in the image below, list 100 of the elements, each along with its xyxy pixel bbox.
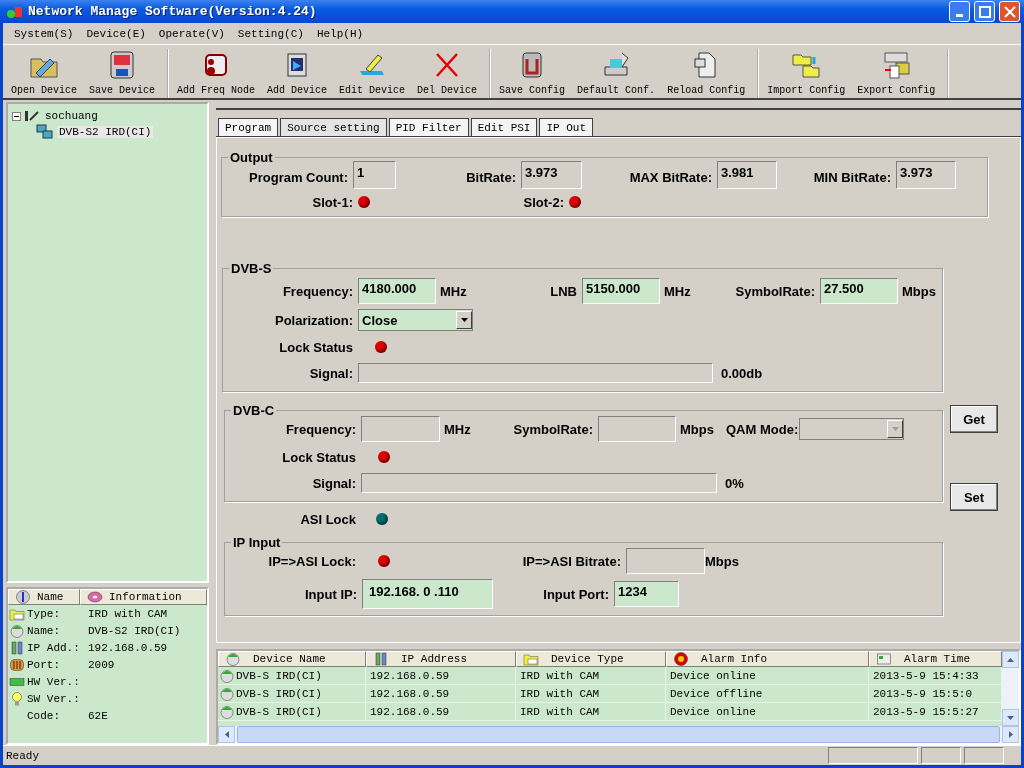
value-field[interactable]: 3.973 xyxy=(896,161,956,189)
field-label: SymbolRate: xyxy=(734,283,816,299)
value-field[interactable] xyxy=(361,416,440,442)
field-label: Slot-1: xyxy=(311,194,354,210)
up-arrow-icon xyxy=(1007,657,1014,662)
column-header[interactable]: IP Address xyxy=(366,651,516,667)
toolbar-button[interactable]: Add Device xyxy=(261,49,334,98)
minimize-icon xyxy=(956,13,963,17)
field-label: Slot-2: xyxy=(522,194,565,210)
toolbar-button[interactable]: Save Config xyxy=(493,49,572,98)
plug-icon xyxy=(9,639,25,656)
field-label: Input IP: xyxy=(304,586,358,602)
globe-icon xyxy=(225,651,241,667)
column-header[interactable]: Information xyxy=(80,589,207,605)
network-icon xyxy=(24,110,40,122)
value-field[interactable]: 27.500 xyxy=(820,278,898,304)
value-field[interactable] xyxy=(626,548,705,574)
tree-item[interactable]: sochuang xyxy=(43,110,100,122)
collapse-toggle[interactable] xyxy=(12,111,21,121)
unit-label: Mbps xyxy=(901,283,937,299)
tab[interactable]: Source setting xyxy=(280,118,387,136)
property-name: Port: xyxy=(27,658,60,671)
table-cell: Device online xyxy=(670,669,756,682)
window-title: Network Manage Software(Version:4.24) xyxy=(28,4,318,19)
property-name: Type: xyxy=(27,607,60,620)
bulb-icon xyxy=(9,690,25,707)
table-cell: 192.168.0.59 xyxy=(370,705,450,718)
value-field[interactable] xyxy=(598,416,676,442)
tab[interactable]: Edit PSI xyxy=(470,118,538,136)
unit-label: Mbps xyxy=(705,553,740,569)
menu-item[interactable]: Help(H) xyxy=(309,27,370,40)
scroll-down-button[interactable] xyxy=(1002,709,1019,726)
field-label: Lock Status xyxy=(281,449,357,465)
value-field[interactable]: 3.981 xyxy=(717,161,777,189)
table-cell: DVB-S IRD(CI) xyxy=(236,705,322,718)
action-button[interactable]: Get xyxy=(950,405,998,433)
table-cell: Device offline xyxy=(670,687,763,700)
field-label: SymbolRate: xyxy=(512,421,594,437)
table-cell: DVB-S IRD(CI) xyxy=(236,669,322,682)
unit-label: MHz xyxy=(443,421,472,437)
minimize-button[interactable] xyxy=(949,1,970,22)
field-label: IP=>ASI Bitrate: xyxy=(521,553,622,569)
close-button[interactable] xyxy=(999,1,1020,22)
toolbar-button[interactable]: Default Conf. xyxy=(571,49,662,98)
column-header[interactable]: Device Type xyxy=(516,651,666,667)
toolbar-button[interactable]: Add Freq Node xyxy=(171,49,262,98)
polarization-dropdown[interactable]: Close xyxy=(358,309,473,331)
down-arrow-icon xyxy=(1007,715,1014,720)
scrollbar-thumb[interactable] xyxy=(237,726,1000,743)
scroll-right-button[interactable] xyxy=(1002,726,1019,743)
tab[interactable]: IP Out xyxy=(539,118,594,136)
value-field[interactable]: 5150.000 xyxy=(582,278,660,304)
menu-item[interactable]: Operate(V) xyxy=(151,27,231,40)
tab[interactable]: Program xyxy=(218,118,279,136)
column-header[interactable]: Name xyxy=(8,589,80,605)
field-label: Input Port: xyxy=(542,586,610,602)
table-cell: DVB-S IRD(CI) xyxy=(236,687,322,700)
computers-icon xyxy=(36,124,54,140)
menu-item[interactable]: System(S) xyxy=(7,27,80,40)
table-cell: 2013-5-9 15:5:27 xyxy=(873,705,979,718)
toolbar-button[interactable]: Export Config xyxy=(851,49,942,98)
value-field[interactable]: 1 xyxy=(353,161,396,189)
port-field[interactable]: 1234 xyxy=(614,581,679,607)
tree-item[interactable]: DVB-S2 IRD(CI) xyxy=(57,126,154,138)
field-label: IP=>ASI Lock: xyxy=(267,553,357,569)
ip-address-field[interactable]: 192.168. 0 .110 xyxy=(362,579,493,609)
value-field[interactable]: 3.973 xyxy=(521,161,582,189)
property-name: HW Ver.: xyxy=(27,675,80,688)
field-label: ASI Lock xyxy=(299,511,357,527)
toolbar-button[interactable]: Open Device xyxy=(5,49,83,98)
table-cell: IRD with CAM xyxy=(520,687,600,700)
column-header[interactable]: Alarm Info xyxy=(666,651,869,667)
status-text: Ready xyxy=(6,749,40,762)
caret-icon xyxy=(460,318,468,322)
field-label: Program Count: xyxy=(248,169,349,185)
property-value: IRD with CAM xyxy=(88,607,168,620)
toolbar-button[interactable]: Edit Device xyxy=(333,49,412,98)
toolbar-button[interactable]: Save Device xyxy=(83,49,162,98)
table-cell: IRD with CAM xyxy=(520,705,600,718)
toolbar-button[interactable]: Del Device xyxy=(411,49,484,98)
toolbar-button[interactable]: Reload Config xyxy=(661,49,752,98)
column-header[interactable]: Alarm Time xyxy=(869,651,1002,667)
table-cell: 192.168.0.59 xyxy=(370,687,450,700)
column-header[interactable]: Device Name xyxy=(218,651,366,667)
property-name: IP Add.: xyxy=(27,641,80,654)
menu-item[interactable]: Setting(C) xyxy=(230,27,310,40)
field-label: Polarization: xyxy=(274,312,354,328)
maximize-button[interactable] xyxy=(974,1,995,22)
scroll-up-button[interactable] xyxy=(1002,651,1019,668)
unit-label: MHz xyxy=(663,283,692,299)
toolbar-button[interactable]: Import Config xyxy=(761,49,852,98)
left-arrow-icon xyxy=(224,731,229,738)
screen-icon xyxy=(876,651,892,667)
tab[interactable]: PID Filter xyxy=(388,118,469,136)
plug-icon xyxy=(373,651,389,667)
scroll-left-button[interactable] xyxy=(218,726,235,743)
value-field[interactable]: 4180.000 xyxy=(358,278,436,304)
action-button[interactable]: Set xyxy=(950,483,998,511)
property-value: 2009 xyxy=(88,658,115,671)
menu-item[interactable]: Device(E) xyxy=(79,27,152,40)
